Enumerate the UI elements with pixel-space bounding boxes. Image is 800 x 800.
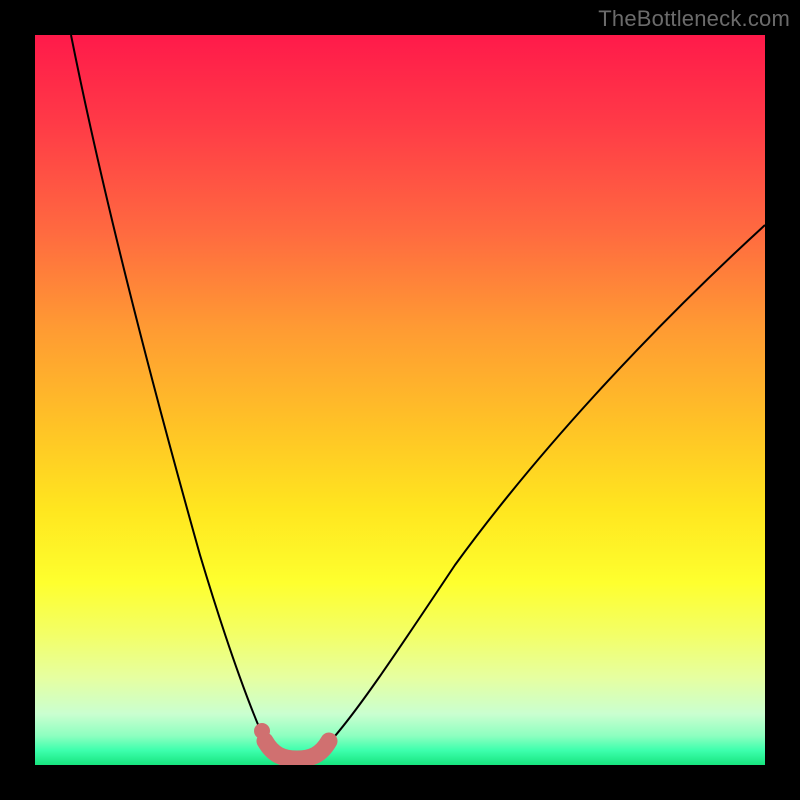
plot-area: [35, 35, 765, 765]
highlight-marker-dot: [254, 723, 270, 739]
valley-highlight: [265, 741, 329, 759]
right-ascent-curve: [327, 225, 765, 745]
chart-frame: TheBottleneck.com: [0, 0, 800, 800]
left-descent-curve: [71, 35, 267, 745]
chart-svg: [35, 35, 765, 765]
watermark-text: TheBottleneck.com: [598, 6, 790, 32]
